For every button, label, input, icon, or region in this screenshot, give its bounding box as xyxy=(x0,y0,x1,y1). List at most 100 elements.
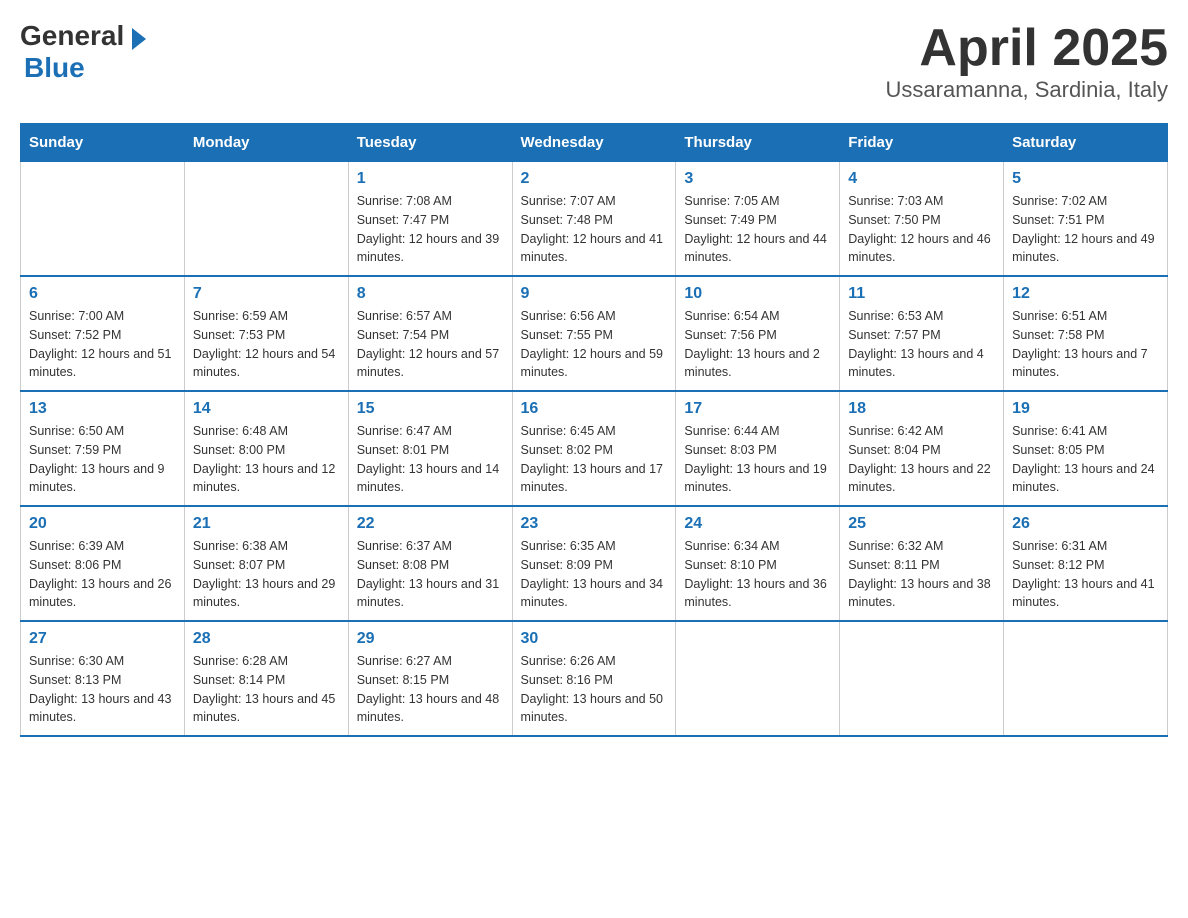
calendar-week-row: 20 Sunrise: 6:39 AMSunset: 8:06 PMDayligh… xyxy=(21,506,1168,621)
day-number: 11 xyxy=(848,285,995,303)
calendar-day-cell xyxy=(1004,621,1168,736)
calendar-weekday-header: Sunday xyxy=(21,124,185,162)
day-info: Sunrise: 7:02 AMSunset: 7:51 PMDaylight:… xyxy=(1012,192,1159,267)
calendar-day-cell: 15 Sunrise: 6:47 AMSunset: 8:01 PMDayligh… xyxy=(348,391,512,506)
day-info: Sunrise: 6:44 AMSunset: 8:03 PMDaylight:… xyxy=(684,422,831,497)
calendar-day-cell: 24Sunrise: 6:34 AMSunset: 8:10 PMDayligh… xyxy=(676,506,840,621)
day-info: Sunrise: 6:54 AMSunset: 7:56 PMDaylight:… xyxy=(684,307,831,382)
day-number: 30 xyxy=(521,630,668,648)
day-info: Sunrise: 6:59 AMSunset: 7:53 PMDaylight:… xyxy=(193,307,340,382)
day-number: 1 xyxy=(357,170,504,188)
page-header: General Blue April 2025 Ussaramanna, Sar… xyxy=(20,20,1168,103)
day-info: Sunrise: 7:05 AMSunset: 7:49 PMDaylight:… xyxy=(684,192,831,267)
calendar-week-row: 13Sunrise: 6:50 AMSunset: 7:59 PMDayligh… xyxy=(21,391,1168,506)
day-info: Sunrise: 7:07 AMSunset: 7:48 PMDaylight:… xyxy=(521,192,668,267)
calendar-weekday-header: Tuesday xyxy=(348,124,512,162)
day-number: 4 xyxy=(848,170,995,188)
calendar-day-cell xyxy=(21,162,185,277)
calendar-day-cell: 3Sunrise: 7:05 AMSunset: 7:49 PMDaylight… xyxy=(676,162,840,277)
day-number: 23 xyxy=(521,515,668,533)
calendar-header-row: SundayMondayTuesdayWednesdayThursdayFrid… xyxy=(21,124,1168,162)
day-number: 25 xyxy=(848,515,995,533)
calendar-day-cell xyxy=(840,621,1004,736)
calendar-day-cell: 16 Sunrise: 6:45 AMSunset: 8:02 PMDayligh… xyxy=(512,391,676,506)
day-info: Sunrise: 6:35 AMSunset: 8:09 PMDaylight:… xyxy=(521,537,668,612)
day-number: 6 xyxy=(29,285,176,303)
day-info: Sunrise: 6:51 AMSunset: 7:58 PMDaylight:… xyxy=(1012,307,1159,382)
calendar-day-cell: 4 Sunrise: 7:03 AMSunset: 7:50 PMDaylight… xyxy=(840,162,1004,277)
calendar-day-cell: 14 Sunrise: 6:48 AMSunset: 8:00 PMDayligh… xyxy=(184,391,348,506)
day-number: 14 xyxy=(193,400,340,418)
day-info: Sunrise: 6:27 AMSunset: 8:15 PMDaylight:… xyxy=(357,652,504,727)
calendar-day-cell: 10Sunrise: 6:54 AMSunset: 7:56 PMDayligh… xyxy=(676,276,840,391)
day-number: 8 xyxy=(357,285,504,303)
calendar-day-cell: 17 Sunrise: 6:44 AMSunset: 8:03 PMDayligh… xyxy=(676,391,840,506)
calendar-weekday-header: Friday xyxy=(840,124,1004,162)
day-number: 24 xyxy=(684,515,831,533)
day-number: 21 xyxy=(193,515,340,533)
logo-blue: Blue xyxy=(24,52,85,83)
calendar-table: SundayMondayTuesdayWednesdayThursdayFrid… xyxy=(20,123,1168,737)
title-block: April 2025 Ussaramanna, Sardinia, Italy xyxy=(886,20,1168,103)
calendar-day-cell xyxy=(676,621,840,736)
day-info: Sunrise: 6:45 AMSunset: 8:02 PMDaylight:… xyxy=(521,422,668,497)
calendar-weekday-header: Thursday xyxy=(676,124,840,162)
calendar-day-cell: 22 Sunrise: 6:37 AMSunset: 8:08 PMDayligh… xyxy=(348,506,512,621)
day-info: Sunrise: 7:03 AMSunset: 7:50 PMDaylight:… xyxy=(848,192,995,267)
calendar-day-cell: 25Sunrise: 6:32 AMSunset: 8:11 PMDayligh… xyxy=(840,506,1004,621)
calendar-day-cell: 18 Sunrise: 6:42 AMSunset: 8:04 PMDayligh… xyxy=(840,391,1004,506)
calendar-weekday-header: Saturday xyxy=(1004,124,1168,162)
calendar-day-cell xyxy=(184,162,348,277)
day-number: 27 xyxy=(29,630,176,648)
logo: General Blue xyxy=(20,20,146,84)
calendar-day-cell: 19Sunrise: 6:41 AMSunset: 8:05 PMDayligh… xyxy=(1004,391,1168,506)
calendar-weekday-header: Wednesday xyxy=(512,124,676,162)
logo-wordmark: General Blue xyxy=(20,20,146,84)
calendar-title: April 2025 xyxy=(886,20,1168,77)
day-number: 17 xyxy=(684,400,831,418)
day-number: 15 xyxy=(357,400,504,418)
calendar-day-cell: 1 Sunrise: 7:08 AMSunset: 7:47 PMDaylight… xyxy=(348,162,512,277)
day-info: Sunrise: 6:39 AMSunset: 8:06 PMDaylight:… xyxy=(29,537,176,612)
calendar-day-cell: 29 Sunrise: 6:27 AMSunset: 8:15 PMDayligh… xyxy=(348,621,512,736)
day-info: Sunrise: 6:47 AMSunset: 8:01 PMDaylight:… xyxy=(357,422,504,497)
calendar-day-cell: 6 Sunrise: 7:00 AMSunset: 7:52 PMDaylight… xyxy=(21,276,185,391)
day-info: Sunrise: 6:37 AMSunset: 8:08 PMDaylight:… xyxy=(357,537,504,612)
day-info: Sunrise: 6:48 AMSunset: 8:00 PMDaylight:… xyxy=(193,422,340,497)
day-number: 2 xyxy=(521,170,668,188)
day-number: 20 xyxy=(29,515,176,533)
calendar-day-cell: 28Sunrise: 6:28 AMSunset: 8:14 PMDayligh… xyxy=(184,621,348,736)
calendar-day-cell: 5 Sunrise: 7:02 AMSunset: 7:51 PMDaylight… xyxy=(1004,162,1168,277)
calendar-day-cell: 8Sunrise: 6:57 AMSunset: 7:54 PMDaylight… xyxy=(348,276,512,391)
calendar-day-cell: 7 Sunrise: 6:59 AMSunset: 7:53 PMDaylight… xyxy=(184,276,348,391)
day-number: 22 xyxy=(357,515,504,533)
day-number: 7 xyxy=(193,285,340,303)
day-info: Sunrise: 6:31 AMSunset: 8:12 PMDaylight:… xyxy=(1012,537,1159,612)
day-number: 5 xyxy=(1012,170,1159,188)
day-number: 18 xyxy=(848,400,995,418)
calendar-weekday-header: Monday xyxy=(184,124,348,162)
calendar-week-row: 1 Sunrise: 7:08 AMSunset: 7:47 PMDaylight… xyxy=(21,162,1168,277)
calendar-day-cell: 11 Sunrise: 6:53 AMSunset: 7:57 PMDayligh… xyxy=(840,276,1004,391)
calendar-day-cell: 21 Sunrise: 6:38 AMSunset: 8:07 PMDayligh… xyxy=(184,506,348,621)
day-info: Sunrise: 7:08 AMSunset: 7:47 PMDaylight:… xyxy=(357,192,504,267)
calendar-week-row: 6 Sunrise: 7:00 AMSunset: 7:52 PMDaylight… xyxy=(21,276,1168,391)
day-number: 16 xyxy=(521,400,668,418)
calendar-day-cell: 23 Sunrise: 6:35 AMSunset: 8:09 PMDayligh… xyxy=(512,506,676,621)
logo-arrow-icon xyxy=(132,28,146,50)
logo-general: General xyxy=(20,20,124,51)
day-info: Sunrise: 6:53 AMSunset: 7:57 PMDaylight:… xyxy=(848,307,995,382)
calendar-week-row: 27 Sunrise: 6:30 AMSunset: 8:13 PMDayligh… xyxy=(21,621,1168,736)
calendar-day-cell: 26Sunrise: 6:31 AMSunset: 8:12 PMDayligh… xyxy=(1004,506,1168,621)
day-info: Sunrise: 6:38 AMSunset: 8:07 PMDaylight:… xyxy=(193,537,340,612)
calendar-day-cell: 13Sunrise: 6:50 AMSunset: 7:59 PMDayligh… xyxy=(21,391,185,506)
day-info: Sunrise: 6:26 AMSunset: 8:16 PMDaylight:… xyxy=(521,652,668,727)
day-info: Sunrise: 6:56 AMSunset: 7:55 PMDaylight:… xyxy=(521,307,668,382)
day-info: Sunrise: 6:41 AMSunset: 8:05 PMDaylight:… xyxy=(1012,422,1159,497)
day-number: 9 xyxy=(521,285,668,303)
day-number: 12 xyxy=(1012,285,1159,303)
day-info: Sunrise: 6:30 AMSunset: 8:13 PMDaylight:… xyxy=(29,652,176,727)
day-number: 29 xyxy=(357,630,504,648)
day-info: Sunrise: 6:42 AMSunset: 8:04 PMDaylight:… xyxy=(848,422,995,497)
day-info: Sunrise: 7:00 AMSunset: 7:52 PMDaylight:… xyxy=(29,307,176,382)
